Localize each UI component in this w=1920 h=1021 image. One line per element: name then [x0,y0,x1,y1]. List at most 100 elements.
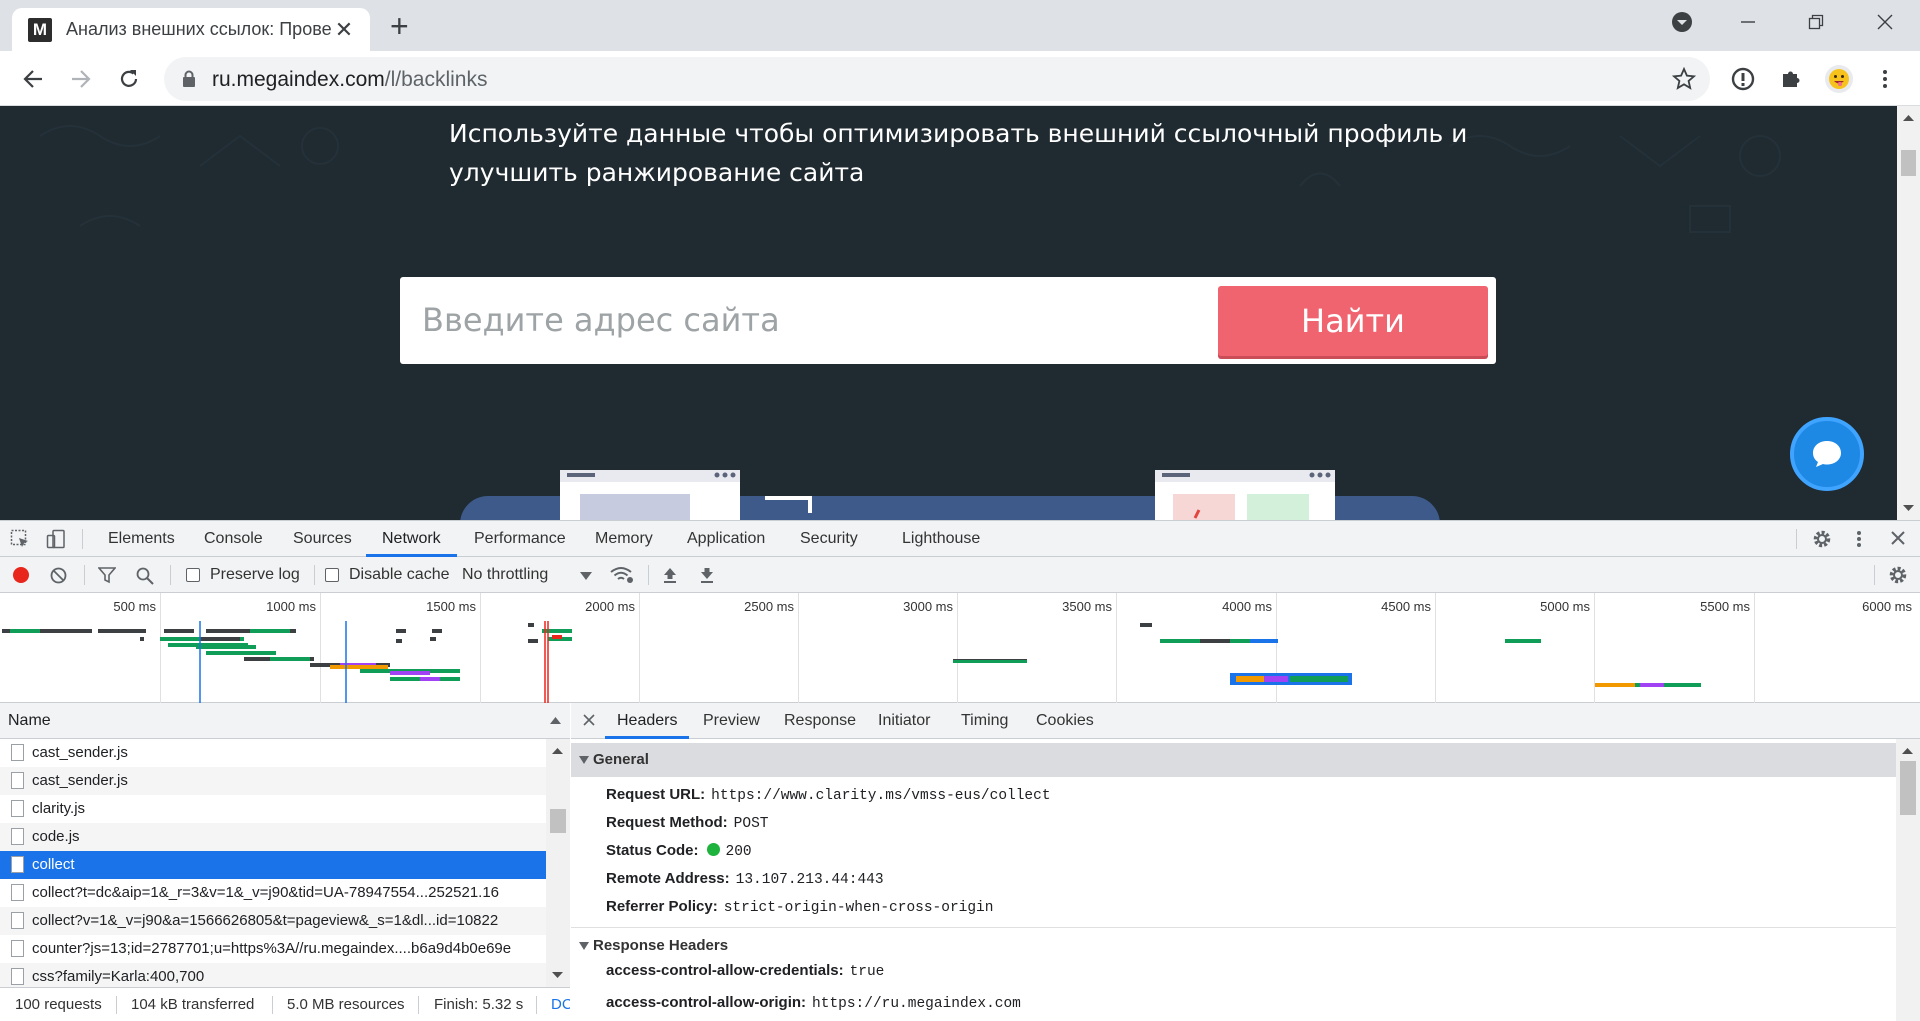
tab-close-icon[interactable]: ✕ [332,17,356,43]
site-address-input[interactable] [422,297,1182,343]
scroll-up-arrow-icon[interactable] [1902,747,1913,755]
request-list-scrollbar[interactable] [546,739,570,987]
scroll-up-arrow-icon[interactable] [552,747,563,755]
chevron-down-icon[interactable] [580,572,592,580]
record-icon[interactable] [13,567,29,583]
bookmark-star-icon[interactable] [1672,67,1696,91]
remote-address-label: Remote Address: [606,870,730,887]
lock-icon[interactable] [182,70,196,88]
scroll-down-arrow-icon[interactable] [1903,504,1914,512]
tab-memory[interactable]: Memory [595,521,653,557]
close-window-icon[interactable] [1855,0,1915,44]
inspect-element-icon[interactable] [10,529,30,549]
tab-headers[interactable]: Headers [605,703,690,739]
request-row-collect-pageview[interactable]: collect?v=1&_v=j90&a=1566626805&t=pagevi… [0,907,546,935]
chrome-menu-icon[interactable] [1868,62,1902,96]
tab-security[interactable]: Security [800,521,858,557]
request-row-code[interactable]: code.js [0,823,546,851]
devtools-tab-bar: Elements Console Sources Network Perform… [0,521,1920,557]
export-har-download-icon[interactable] [699,567,715,584]
network-timeline-overview[interactable]: 500 ms 1000 ms 1500 ms 2000 ms 2500 ms 3… [0,593,1920,703]
tab-cookies[interactable]: Cookies [1036,703,1094,739]
back-icon[interactable] [16,62,50,96]
tab-search-icon[interactable] [1652,0,1712,44]
tab-sources[interactable]: Sources [293,521,352,557]
chat-widget-button[interactable] [1790,417,1864,491]
request-row-counter[interactable]: counter?js=13;id=2787701;u=https%3A//ru.… [0,935,546,963]
url-host: ru.megaindex.com [212,68,385,91]
request-row-collect-dc[interactable]: collect?t=dc&aip=1&_r=3&v=1&_v=j90&tid=U… [0,879,546,907]
network-settings-gear-icon[interactable] [1888,565,1908,585]
import-har-upload-icon[interactable] [662,567,678,584]
request-row-cast-sender[interactable]: cast_sender.js [0,767,546,795]
restore-icon[interactable] [1786,0,1846,44]
throttling-select[interactable]: No throttling [462,557,548,593]
new-tab-icon[interactable]: + [390,10,409,42]
tab-response[interactable]: Response [784,703,856,739]
page-scrollbar[interactable] [1897,106,1920,520]
details-scrollbar-track[interactable] [1896,987,1920,1021]
timeline-waterfall-bars [2,621,1701,703]
forward-icon[interactable] [64,62,98,96]
dom-content-loaded-time: DC [551,996,570,1013]
tab-initiator[interactable]: Initiator [878,703,930,739]
find-button[interactable]: Найти [1218,286,1488,356]
name-column-header[interactable]: Name [0,703,570,739]
browser-tab-strip: M Анализ внешних ссылок: Прове ✕ + [0,0,1920,51]
profile-avatar-icon[interactable] [1822,62,1856,96]
tab-network[interactable]: Network [366,521,457,557]
tab-performance[interactable]: Performance [474,521,566,557]
close-details-icon[interactable] [583,714,595,726]
status-code-label: Status Code: [606,842,699,859]
devtools-settings-gear-icon[interactable] [1812,529,1832,549]
page-scroll-thumb[interactable] [1901,150,1916,176]
request-name: css?family=Karla:400,700 [32,968,205,985]
extension-info-icon[interactable] [1726,62,1760,96]
disable-cache-label[interactable]: Disable cache [349,557,450,593]
request-list-scroll-thumb[interactable] [550,809,566,833]
request-name: clarity.js [32,800,86,817]
search-icon[interactable] [136,567,154,585]
request-row-cast-sender[interactable]: cast_sender.js [0,739,546,767]
details-scrollbar[interactable] [1896,739,1920,987]
devtools-close-icon[interactable] [1890,530,1906,546]
tab-title: Анализ внешних ссылок: Прове [66,19,332,39]
extensions-puzzle-icon[interactable] [1774,62,1808,96]
request-row-css-karla[interactable]: css?family=Karla:400,700 [0,963,546,987]
status-code-value: 200 [725,844,752,860]
web-page-viewport: Используйте данные чтобы оптимизировать … [0,106,1897,520]
toolbar-divider [648,565,649,585]
browser-tab[interactable]: M Анализ внешних ссылок: Прове ✕ [12,8,370,51]
clear-icon[interactable] [50,567,67,584]
tab-application[interactable]: Application [687,521,765,557]
address-bar[interactable]: ru.megaindex.com/l/backlinks [164,57,1710,101]
toolbar-divider [1796,529,1797,549]
header-name: access-control-allow-credentials: [606,962,844,979]
request-row-collect-selected[interactable]: collect [0,851,546,879]
tab-console[interactable]: Console [204,521,263,557]
scroll-down-arrow-icon[interactable] [552,971,563,979]
disable-cache-checkbox[interactable] [325,568,339,582]
preserve-log-checkbox[interactable] [186,568,200,582]
request-row-clarity[interactable]: clarity.js [0,795,546,823]
response-headers-section-header[interactable]: Response Headers [571,929,1896,963]
reload-icon[interactable] [112,62,146,96]
general-section-header[interactable]: General [571,743,1896,777]
tab-elements[interactable]: Elements [108,521,175,557]
network-conditions-wifi-icon[interactable] [610,566,634,584]
document-icon [11,772,24,789]
preserve-log-label[interactable]: Preserve log [210,557,300,593]
tab-preview[interactable]: Preview [703,703,760,739]
filter-icon[interactable] [98,567,116,584]
devtools-more-menu-icon[interactable] [1856,529,1862,549]
minimize-icon[interactable] [1718,0,1778,44]
details-scroll-thumb[interactable] [1900,761,1916,815]
document-icon [11,912,24,929]
tab-lighthouse[interactable]: Lighthouse [902,521,980,557]
remote-address-row: Remote Address: 13.107.213.44:443 [606,865,884,893]
request-method-label: Request Method: [606,814,728,831]
scroll-up-arrow-icon[interactable] [1903,114,1914,122]
tab-timing[interactable]: Timing [961,703,1008,739]
device-toolbar-icon[interactable] [46,529,66,549]
sort-ascending-icon[interactable] [550,717,561,725]
